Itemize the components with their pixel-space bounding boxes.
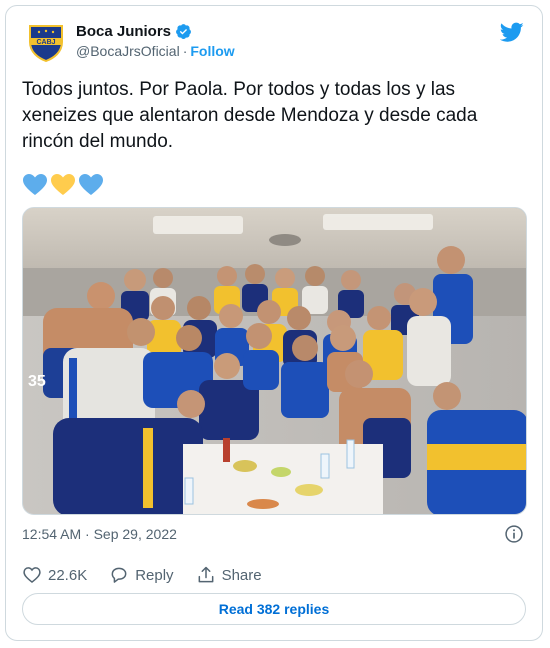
info-icon[interactable] bbox=[504, 524, 524, 544]
follow-button[interactable]: Follow bbox=[190, 43, 234, 59]
tweet-card: CABJ Boca Juniors @BocaJrsOficial · Follow… bbox=[5, 5, 543, 641]
share-upload-icon bbox=[198, 566, 213, 583]
author-handle-row: @BocaJrsOficial · Follow bbox=[76, 43, 235, 59]
yellow-heart-icon bbox=[51, 174, 75, 195]
share-label: Share bbox=[221, 566, 262, 584]
heart-outline-icon bbox=[23, 567, 41, 584]
reply-label: Reply bbox=[135, 566, 174, 584]
twitter-bird-icon[interactable] bbox=[500, 20, 524, 44]
tweet-timestamp[interactable]: 12:54 AM · Sep 29, 2022 bbox=[22, 526, 177, 542]
separator-dot: · bbox=[182, 43, 188, 59]
blue-heart-icon bbox=[23, 174, 47, 195]
author-display-name[interactable]: Boca Juniors bbox=[76, 23, 171, 40]
tweet-actions: 22.6K Reply Share bbox=[22, 565, 284, 585]
boca-crest-icon: CABJ bbox=[29, 25, 63, 62]
team-locker-room-photo: 35 bbox=[23, 208, 526, 514]
author-display-name-row[interactable]: Boca Juniors bbox=[76, 23, 235, 40]
verified-badge-icon bbox=[176, 24, 191, 40]
reply-button[interactable]: Reply bbox=[109, 565, 174, 585]
tweet-header: CABJ Boca Juniors @BocaJrsOficial · Follow bbox=[24, 20, 524, 68]
crest-text: CABJ bbox=[36, 39, 55, 46]
tweet-text: Todos juntos. Por Paola. Por todos y tod… bbox=[22, 79, 483, 152]
blue-heart-icon bbox=[79, 174, 103, 195]
tweet-emojis bbox=[22, 173, 104, 197]
tweet-photo[interactable]: 35 bbox=[22, 207, 527, 515]
share-button[interactable]: Share bbox=[196, 565, 262, 585]
like-button[interactable]: 22.6K bbox=[22, 565, 87, 585]
like-count: 22.6K bbox=[48, 566, 88, 584]
svg-text:35: 35 bbox=[28, 373, 46, 390]
read-replies-button[interactable]: Read 382 replies bbox=[22, 593, 526, 625]
avatar[interactable]: CABJ bbox=[24, 20, 68, 64]
author-handle[interactable]: @BocaJrsOficial bbox=[76, 43, 180, 59]
reply-bubble-icon bbox=[111, 567, 127, 583]
author-names: Boca Juniors @BocaJrsOficial · Follow bbox=[76, 23, 235, 59]
